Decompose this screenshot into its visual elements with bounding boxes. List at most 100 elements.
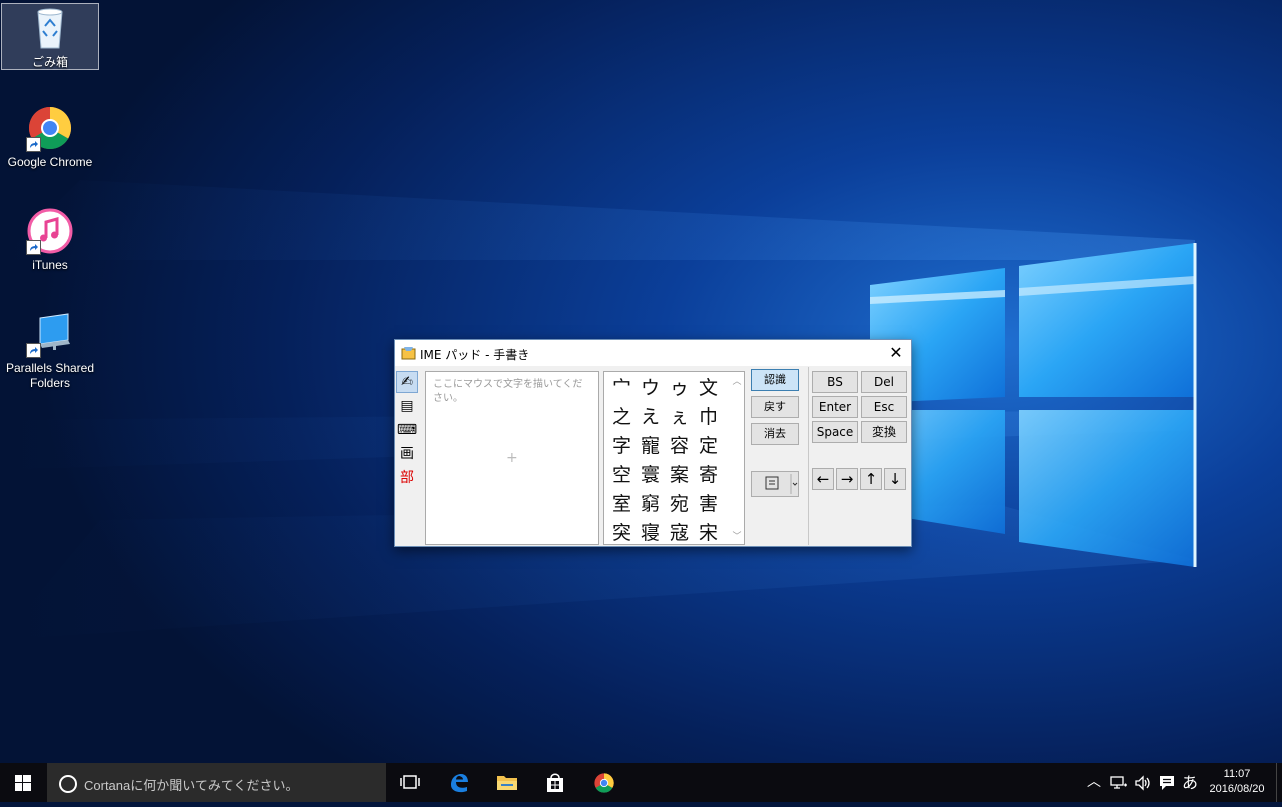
down-arrow-key[interactable]: ↓ [884, 468, 906, 490]
candidate-char[interactable]: 窮 [636, 490, 665, 519]
start-button[interactable] [0, 763, 46, 802]
network-icon [1110, 776, 1127, 789]
enter-key[interactable]: Enter [812, 396, 858, 418]
candidate-char[interactable]: 空 [607, 461, 636, 490]
candidate-char[interactable]: 定 [694, 432, 723, 461]
shortcut-arrow-icon [26, 343, 41, 358]
candidate-char[interactable]: 宀 [607, 374, 636, 403]
taskbar-edge-button[interactable] [435, 763, 483, 802]
space-key[interactable]: Space [812, 421, 858, 443]
key-panel: BS Del Enter Esc Space 変換 ← → ↑ ↓ [808, 367, 911, 545]
notification-icon [1160, 776, 1174, 790]
esc-key[interactable]: Esc [861, 396, 907, 418]
radical-tool-button[interactable]: 部 [396, 467, 418, 489]
candidate-list: 宀ウゥ文之えぇ巾字寵容定空寰案寄室窮宛害突寝寇宋 ︿ ﹀ [603, 371, 745, 545]
undo-button[interactable]: 戻す [751, 396, 799, 418]
candidate-char[interactable]: 文 [694, 374, 723, 403]
recognition-options-icon [765, 474, 798, 494]
desktop-icon-itunes[interactable]: iTunes [2, 207, 98, 273]
candidate-char[interactable]: ぇ [665, 403, 694, 432]
soft-keyboard-tool-button[interactable]: ⌨ [396, 419, 418, 441]
shortcut-arrow-icon [26, 137, 41, 152]
del-key[interactable]: Del [861, 371, 907, 393]
candidate-scrollbar[interactable]: ︿ ﹀ [730, 372, 744, 544]
candidate-char[interactable]: 案 [665, 461, 694, 490]
task-view-button[interactable] [386, 763, 434, 802]
taskbar: Cortanaに何か聞いてみてください。 ︿ あ 11:07 2016/08/2… [0, 763, 1282, 802]
candidate-char[interactable]: 室 [607, 490, 636, 519]
desktop-icon-label: ごみ箱 [31, 55, 68, 69]
handwriting-placeholder: ここにマウスで文字を描いてください。 [433, 379, 583, 404]
handwriting-canvas[interactable]: ここにマウスで文字を描いてください。 + [425, 371, 599, 545]
taskbar-chrome-button[interactable] [580, 763, 628, 802]
show-hidden-icons-button[interactable]: ︿ [1084, 763, 1104, 802]
store-icon [547, 773, 563, 792]
chrome-icon [594, 773, 614, 793]
candidate-grid: 宀ウゥ文之えぇ巾字寵容定空寰案寄室窮宛害突寝寇宋 [607, 374, 723, 548]
cortana-icon [59, 775, 77, 793]
cortana-search-box[interactable]: Cortanaに何か聞いてみてください。 [47, 763, 386, 802]
close-button[interactable]: ✕ [881, 340, 911, 366]
convert-key[interactable]: 変換 [861, 421, 907, 443]
edge-icon [451, 774, 468, 793]
candidate-char[interactable]: 寄 [694, 461, 723, 490]
candidate-char[interactable]: 之 [607, 403, 636, 432]
candidate-char[interactable]: 宛 [665, 490, 694, 519]
scroll-up-icon[interactable]: ︿ [730, 374, 744, 387]
taskbar-clock[interactable]: 11:07 2016/08/20 [1204, 767, 1270, 797]
candidate-char[interactable]: え [636, 403, 665, 432]
candidate-char[interactable]: 宋 [694, 519, 723, 548]
windows-logo-icon [15, 775, 31, 791]
right-arrow-key[interactable]: → [836, 468, 858, 490]
search-placeholder: Cortanaに何か聞いてみてください。 [84, 778, 299, 793]
action-buttons: 認識 戻す 消去 [751, 369, 799, 450]
ime-tool-bar: ✍ ▤ ⌨ 画 部 [396, 371, 420, 543]
candidate-char[interactable]: 害 [694, 490, 723, 519]
chevron-up-icon: ︿ [1087, 774, 1101, 790]
candidate-char[interactable]: 容 [665, 432, 694, 461]
taskbar-explorer-button[interactable] [483, 763, 531, 802]
itunes-icon [26, 207, 74, 255]
desktop-icon-label: iTunes [32, 258, 68, 272]
candidate-char[interactable]: 寰 [636, 461, 665, 490]
file-explorer-icon [497, 776, 517, 790]
candidate-char[interactable]: ウ [636, 374, 665, 403]
ime-mode-indicator[interactable]: あ [1178, 763, 1202, 802]
multi-handwriting-tool-button[interactable]: ▤ [396, 395, 418, 417]
shortcut-arrow-icon [26, 240, 41, 255]
candidate-char[interactable]: ゥ [665, 374, 694, 403]
candidate-char[interactable]: 寝 [636, 519, 665, 548]
scroll-down-icon[interactable]: ﹀ [730, 529, 744, 542]
candidate-char[interactable]: 突 [607, 519, 636, 548]
desktop-icon-label: Parallels Shared Folders [5, 361, 95, 390]
clear-button[interactable]: 消去 [751, 423, 799, 445]
candidate-char[interactable]: 寇 [665, 519, 694, 548]
candidate-char[interactable]: 巾 [694, 403, 723, 432]
left-arrow-key[interactable]: ← [812, 468, 834, 490]
candidate-char[interactable]: 寵 [636, 432, 665, 461]
network-status-button[interactable] [1108, 763, 1130, 802]
speaker-icon [1135, 775, 1150, 791]
bs-key[interactable]: BS [812, 371, 858, 393]
desktop-icon-recycle-bin[interactable]: ごみ箱 [1, 3, 99, 70]
show-desktop-button[interactable] [1276, 763, 1282, 802]
ime-titlebar[interactable]: IME パッド - 手書き ✕ [395, 340, 911, 366]
handwriting-tool-button[interactable]: ✍ [396, 371, 418, 393]
stroke-count-tool-button[interactable]: 画 [396, 443, 418, 465]
up-arrow-key[interactable]: ↑ [860, 468, 882, 490]
desktop-icon-google-chrome[interactable]: Google Chrome [2, 104, 98, 170]
recognition-options-button[interactable] [751, 471, 799, 497]
volume-button[interactable] [1132, 763, 1154, 802]
action-center-button[interactable] [1156, 763, 1178, 802]
taskbar-store-button[interactable] [531, 763, 579, 802]
candidate-char[interactable]: 字 [607, 432, 636, 461]
clock-date: 2016/08/20 [1209, 783, 1265, 795]
shared-folders-icon [26, 310, 74, 358]
center-crosshair-icon: + [506, 450, 518, 466]
ime-pad-window: IME パッド - 手書き ✕ ✍ ▤ ⌨ 画 部 ここにマウスで文字を描いてく… [394, 339, 912, 547]
desktop-icon-parallels-shared-folders[interactable]: Parallels Shared Folders [2, 310, 98, 391]
clock-time: 11:07 [1223, 768, 1251, 780]
recognize-button[interactable]: 認識 [751, 369, 799, 391]
ime-pad-icon [401, 347, 416, 360]
ime-window-title: IME パッド - 手書き [420, 348, 530, 362]
